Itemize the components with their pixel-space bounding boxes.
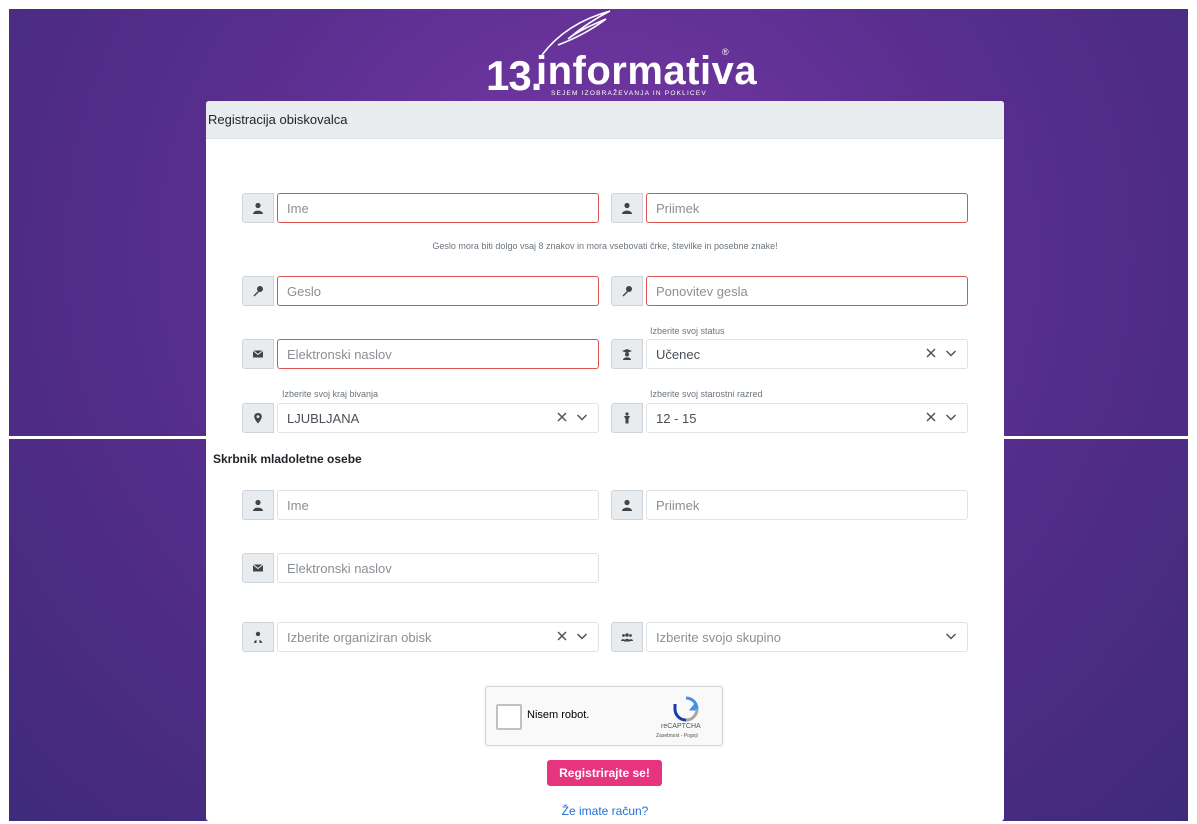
logo-number: 13. [486, 52, 542, 99]
recaptcha-widget: Nisem robot. reCAPTCHA Zasebnost - Pogoj… [485, 686, 723, 746]
guardian-first-name-group: Ime [242, 490, 599, 520]
status-select[interactable]: Učenec [646, 339, 968, 369]
registered-mark: ® [722, 47, 729, 57]
chevron-down-icon[interactable] [945, 347, 957, 359]
residence-group: LJUBLJANA [242, 403, 599, 433]
email-input[interactable]: Elektronski naslov [277, 339, 599, 369]
group-select[interactable]: Izberite svojo skupino [646, 622, 968, 652]
user-icon [242, 193, 274, 223]
password-repeat-group: Ponovitev gesla [611, 276, 968, 306]
status-label: Izberite svoj status [650, 326, 725, 336]
guardian-last-name-group: Priimek [611, 490, 968, 520]
map-marker-icon [242, 403, 274, 433]
password-input[interactable]: Geslo [277, 276, 599, 306]
recaptcha-label: Nisem robot. [527, 709, 590, 721]
residence-label: Izberite svoj kraj bivanja [282, 389, 379, 399]
chevron-down-icon[interactable] [576, 630, 588, 642]
password-hint: Geslo mora biti dolgo vsaj 8 znakov in m… [432, 241, 778, 251]
status-value: Učenec [656, 346, 701, 362]
recaptcha-brand: reCAPTCHA [661, 723, 701, 730]
user-icon [611, 490, 643, 520]
logo-tagline: SEJEM IZOBRAŽEVANJA IN POKLICEV [551, 90, 707, 97]
card-title: Registracija obiskovalca [208, 112, 348, 127]
guardian-email-group: Elektronski naslov [242, 553, 599, 583]
group-select-group: Izberite svojo skupino [611, 622, 968, 652]
chevron-down-icon[interactable] [576, 411, 588, 423]
student-icon [611, 339, 643, 369]
organized-visit-group: Izberite organiziran obisk [242, 622, 599, 652]
page-background: 13. informativa ® SEJEM IZOBRAŽEVANJA IN… [9, 9, 1188, 821]
key-icon [242, 276, 274, 306]
guardian-last-name-input[interactable]: Priimek [646, 490, 968, 520]
first-name-group: Ime [242, 193, 599, 223]
user-icon [611, 193, 643, 223]
recaptcha-checkbox[interactable] [496, 704, 522, 730]
age-value: 12 - 15 [656, 410, 697, 426]
teacher-icon [242, 622, 274, 652]
clear-icon[interactable] [556, 411, 568, 423]
clear-icon[interactable] [556, 630, 568, 642]
age-group: 12 - 15 [611, 403, 968, 433]
password-repeat-input[interactable]: Ponovitev gesla [646, 276, 968, 306]
age-label: Izberite svoj starostni razred [650, 389, 763, 399]
child-icon [611, 403, 643, 433]
organized-visit-select[interactable]: Izberite organiziran obisk [277, 622, 599, 652]
status-group: Učenec [611, 339, 968, 369]
guardian-first-name-input[interactable]: Ime [277, 490, 599, 520]
recaptcha-terms[interactable]: Zasebnost - Pogoji [656, 733, 698, 739]
last-name-input[interactable]: Priimek [646, 193, 968, 223]
chevron-down-icon[interactable] [945, 411, 957, 423]
residence-value: LJUBLJANA [287, 410, 360, 426]
card-header: Registracija obiskovalca [206, 101, 1004, 139]
envelope-icon [242, 553, 274, 583]
group-placeholder: Izberite svojo skupino [656, 629, 782, 645]
clear-icon[interactable] [925, 411, 937, 423]
guardian-section-title: Skrbnik mladoletne osebe [213, 452, 362, 466]
register-button[interactable]: Registrirajte se! [547, 760, 662, 786]
user-icon [242, 490, 274, 520]
organized-visit-placeholder: Izberite organiziran obisk [287, 629, 432, 645]
brand-logo: 13. informativa ® SEJEM IZOBRAŽEVANJA IN… [486, 9, 757, 101]
age-select[interactable]: 12 - 15 [646, 403, 968, 433]
recaptcha-logo-icon [673, 696, 699, 722]
key-icon [611, 276, 643, 306]
login-link[interactable]: Že imate račun? [206, 804, 1004, 818]
first-name-input[interactable]: Ime [277, 193, 599, 223]
residence-select[interactable]: LJUBLJANA [277, 403, 599, 433]
clear-icon[interactable] [925, 347, 937, 359]
envelope-icon [242, 339, 274, 369]
chevron-down-icon[interactable] [945, 630, 957, 642]
users-icon [611, 622, 643, 652]
email-group: Elektronski naslov [242, 339, 599, 369]
password-group: Geslo [242, 276, 599, 306]
guardian-email-input[interactable]: Elektronski naslov [277, 553, 599, 583]
registration-card: Registracija obiskovalca Ime Priimek Ges… [206, 101, 1004, 821]
last-name-group: Priimek [611, 193, 968, 223]
